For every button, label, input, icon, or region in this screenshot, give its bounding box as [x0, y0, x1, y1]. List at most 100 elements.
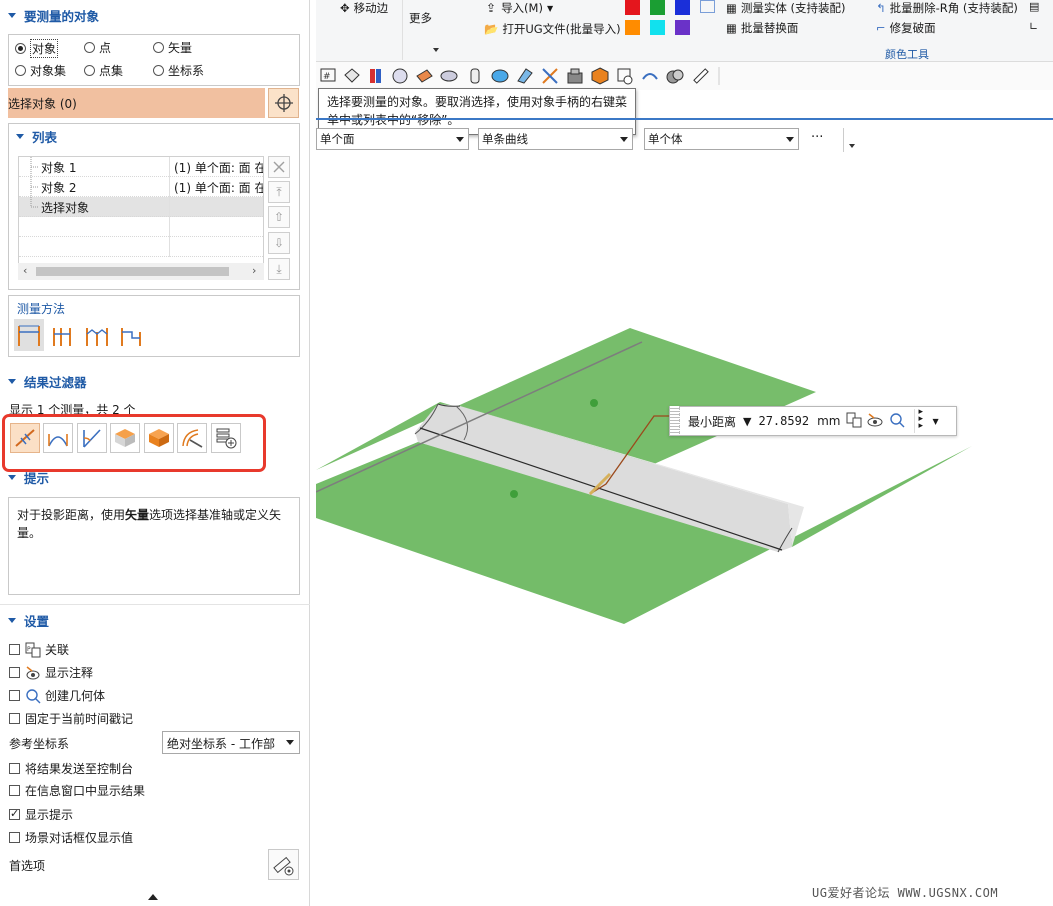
- batch-replace-button[interactable]: ▦ 批量替换面: [726, 20, 798, 36]
- checkbox-box[interactable]: [9, 763, 20, 774]
- checkbox-associative[interactable]: P 关联: [9, 641, 69, 658]
- radio-dot: [15, 65, 26, 76]
- ribbon-overflow-icon[interactable]: ▤: [1029, 0, 1039, 13]
- repair-face-icon: ⌐: [876, 21, 886, 35]
- method-length-button[interactable]: [116, 319, 146, 351]
- readout-type[interactable]: 最小距离: [688, 413, 736, 430]
- toolbar-options-button[interactable]: [843, 128, 857, 152]
- hint-section-header[interactable]: 提示: [0, 466, 310, 488]
- checkbox-box[interactable]: [9, 667, 20, 678]
- open-ug-button[interactable]: 📂 打开UG文件(批量导入): [484, 21, 621, 37]
- checkbox-box[interactable]: [9, 785, 20, 796]
- chevron-down-icon: ▼: [546, 3, 554, 13]
- body-rule-dropdown[interactable]: 单个体: [644, 128, 799, 150]
- point-marker[interactable]: [590, 399, 598, 407]
- color-swatch-purple[interactable]: [675, 20, 690, 35]
- remove-button[interactable]: [268, 156, 290, 178]
- color-picker-icon[interactable]: [700, 0, 715, 13]
- method-projected-button[interactable]: [48, 319, 78, 351]
- list-item-selected[interactable]: 选择对象: [19, 197, 263, 217]
- associative-icon[interactable]: [846, 412, 862, 431]
- move-down-button[interactable]: ⇩: [268, 232, 290, 254]
- color-swatch-blue[interactable]: [675, 0, 690, 15]
- list-item-value: (1) 单个面: 面 在: [174, 161, 264, 175]
- graphics-viewport[interactable]: [316, 152, 1053, 882]
- radio-vector[interactable]: 矢量: [153, 39, 192, 56]
- checkbox-info-window[interactable]: 在信息窗口中显示结果: [9, 782, 145, 799]
- color-swatch-red[interactable]: [625, 0, 640, 15]
- collapse-panel-icon[interactable]: [148, 894, 158, 900]
- curve-rule-dropdown[interactable]: 单条曲线: [478, 128, 633, 150]
- move-top-button[interactable]: ⤒: [268, 181, 290, 203]
- preferences-button[interactable]: [268, 849, 299, 880]
- method-distance-button[interactable]: [14, 319, 44, 351]
- radio-object-set[interactable]: 对象集: [15, 62, 66, 79]
- toolbar-icon: [617, 68, 633, 85]
- list-item[interactable]: 对象 2 (1) 单个面: 面 在: [19, 177, 264, 197]
- checkbox-box[interactable]: [9, 690, 20, 701]
- measurement-readout[interactable]: 最小距离 ▼ 27.8592 mm ▸ ▸ ▸ ▼: [669, 406, 957, 436]
- list-item-value: (1) 单个面: 面 在: [174, 181, 264, 195]
- crosshair-select-button[interactable]: [268, 88, 299, 118]
- radio-object[interactable]: 对象: [15, 39, 59, 58]
- scroll-thumb[interactable]: [36, 267, 229, 276]
- checkbox-fix-timestamp[interactable]: 固定于当前时间戳记: [9, 710, 133, 727]
- scroll-left-icon[interactable]: ‹: [23, 264, 27, 277]
- measure-solid-button[interactable]: ▦ 测量实体 (支持装配): [726, 0, 846, 16]
- open-ug-label: 打开UG文件(批量导入): [502, 22, 621, 36]
- batch-delete-r-button[interactable]: ↰ 批量删除-R角 (支持装配): [876, 0, 1018, 16]
- readout-unit: mm: [817, 414, 841, 428]
- projected-method-icon: [53, 328, 71, 346]
- radio-dot: [15, 43, 26, 54]
- filter-section-header[interactable]: 结果过滤器: [0, 370, 310, 392]
- show-annotation-icon[interactable]: [866, 412, 884, 431]
- checkbox-box[interactable]: [9, 832, 20, 843]
- method-screen-button[interactable]: [82, 319, 112, 351]
- face-rule-dropdown[interactable]: 单个面: [316, 128, 469, 150]
- more-group[interactable]: 更多: [402, 0, 442, 60]
- ribbon-overflow-icon[interactable]: ∟: [1029, 20, 1038, 33]
- color-swatch-green[interactable]: [650, 0, 665, 15]
- chevron-down-icon[interactable]: ▼: [743, 415, 751, 428]
- color-swatch-orange[interactable]: [625, 20, 640, 35]
- ref-csys-select[interactable]: 绝对坐标系 - 工作部: [162, 731, 300, 754]
- checkbox-show-hint[interactable]: 显示提示: [9, 806, 73, 823]
- measure-dialog: 要测量的对象 对象 点 矢量 对象集 点集 坐标系 选择对象 (0) 列表 对象…: [0, 0, 310, 906]
- checkbox-label: 创建几何体: [45, 689, 106, 703]
- move-up-button[interactable]: ⇧: [268, 206, 290, 228]
- ribbon: ✥ 移动边 更多 ⇪ 导入(M) ▼ 📂 打开UG文件(批量导入) ▦ 测量实体…: [316, 0, 1053, 62]
- list-item[interactable]: 对象 1 (1) 单个面: 面 在: [19, 157, 264, 177]
- checkbox-send-console[interactable]: 将结果发送至控制台: [9, 760, 133, 777]
- repair-face-button[interactable]: ⌐ 修复破面: [876, 20, 936, 36]
- move-bottom-button[interactable]: ⤓: [268, 258, 290, 280]
- checkbox-value-only[interactable]: 场景对话框仅显示值: [9, 829, 133, 846]
- hint-section-title: 提示: [24, 470, 50, 486]
- scroll-right-icon[interactable]: ›: [252, 264, 256, 277]
- more-filters-button[interactable]: ···: [811, 130, 823, 145]
- list-horizontal-scrollbar[interactable]: ‹ ›: [18, 263, 264, 280]
- drag-handle[interactable]: [670, 406, 680, 436]
- checkbox-label: 关联: [45, 643, 70, 657]
- checkbox-create-geometry[interactable]: 创建几何体: [9, 687, 105, 704]
- settings-section-header[interactable]: 设置: [0, 609, 310, 631]
- options-list-icon[interactable]: ▸ ▸ ▸: [914, 408, 926, 433]
- radio-point[interactable]: 点: [84, 39, 111, 56]
- create-geometry-icon[interactable]: [888, 412, 906, 431]
- checkbox-box[interactable]: [9, 807, 20, 820]
- color-swatch-cyan[interactable]: [650, 20, 665, 35]
- collapse-icon: [8, 474, 16, 480]
- checkbox-box[interactable]: [9, 713, 20, 724]
- toolbar-icon: [517, 68, 533, 84]
- chevron-down-icon[interactable]: ▼: [932, 417, 938, 426]
- list-section-header[interactable]: 列表: [12, 126, 57, 146]
- move-edge-button[interactable]: ✥ 移动边: [340, 0, 388, 16]
- radio-point-set[interactable]: 点集: [84, 62, 123, 79]
- checkbox-show-annotation[interactable]: 显示注释: [9, 664, 93, 681]
- objects-section-header[interactable]: 要测量的对象: [0, 4, 310, 26]
- checkbox-box[interactable]: [9, 644, 20, 655]
- radio-csys[interactable]: 坐标系: [153, 62, 204, 79]
- import-menu[interactable]: ⇪ 导入(M) ▼: [486, 0, 553, 16]
- collapse-icon: [8, 12, 16, 18]
- select-object-bar[interactable]: 选择对象 (0): [8, 88, 265, 118]
- point-marker[interactable]: [510, 490, 518, 498]
